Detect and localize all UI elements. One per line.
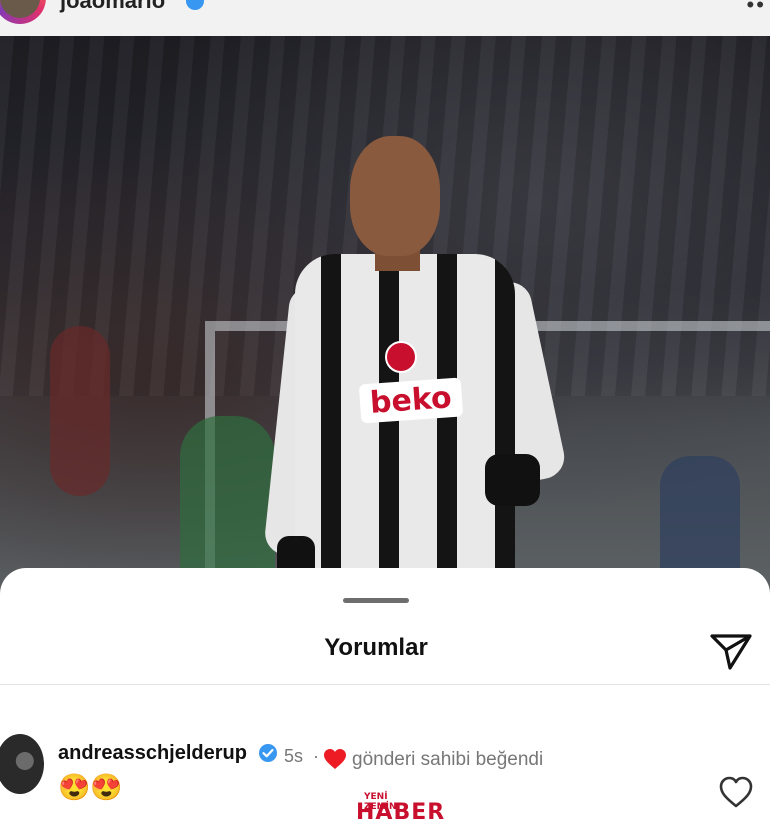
player-glove	[485, 454, 540, 506]
separator-dot: ·	[313, 746, 319, 766]
background-figure	[50, 326, 110, 496]
comments-sheet: Yorumlar andreasschjelderup 5s · gönderi…	[0, 568, 770, 826]
sheet-drag-handle[interactable]	[343, 598, 409, 603]
jersey-sponsor-logo: beko	[358, 377, 463, 424]
liked-by-author-label: gönderi sahibi beğendi	[352, 749, 544, 770]
paper-plane-icon[interactable]	[708, 630, 754, 672]
heart-filled-icon	[324, 749, 346, 769]
heart-outline-icon[interactable]	[718, 775, 754, 809]
verified-badge-icon	[259, 744, 277, 762]
watermark-logo: YENİ ZEMİN HABER	[352, 786, 444, 826]
author-username[interactable]: joaomario	[60, 0, 165, 14]
comment-timestamp: 5s	[284, 746, 304, 766]
verified-badge-icon	[186, 0, 204, 10]
player-head	[350, 136, 440, 256]
comment-author-avatar[interactable]	[0, 734, 44, 794]
comment-text: 😍😍	[58, 772, 123, 802]
post-photo[interactable]: beko	[0, 36, 770, 596]
comment-author-username[interactable]: andreasschjelderup	[58, 742, 247, 765]
background-figure	[180, 416, 275, 586]
divider	[0, 684, 770, 685]
more-dots-icon[interactable]: • •	[746, 0, 763, 18]
watermark-bottom-text: HABER	[356, 800, 446, 825]
player-figure: beko	[263, 136, 569, 596]
sheet-title: Yorumlar	[324, 634, 428, 661]
author-avatar[interactable]	[0, 0, 46, 24]
club-crest	[385, 341, 417, 373]
